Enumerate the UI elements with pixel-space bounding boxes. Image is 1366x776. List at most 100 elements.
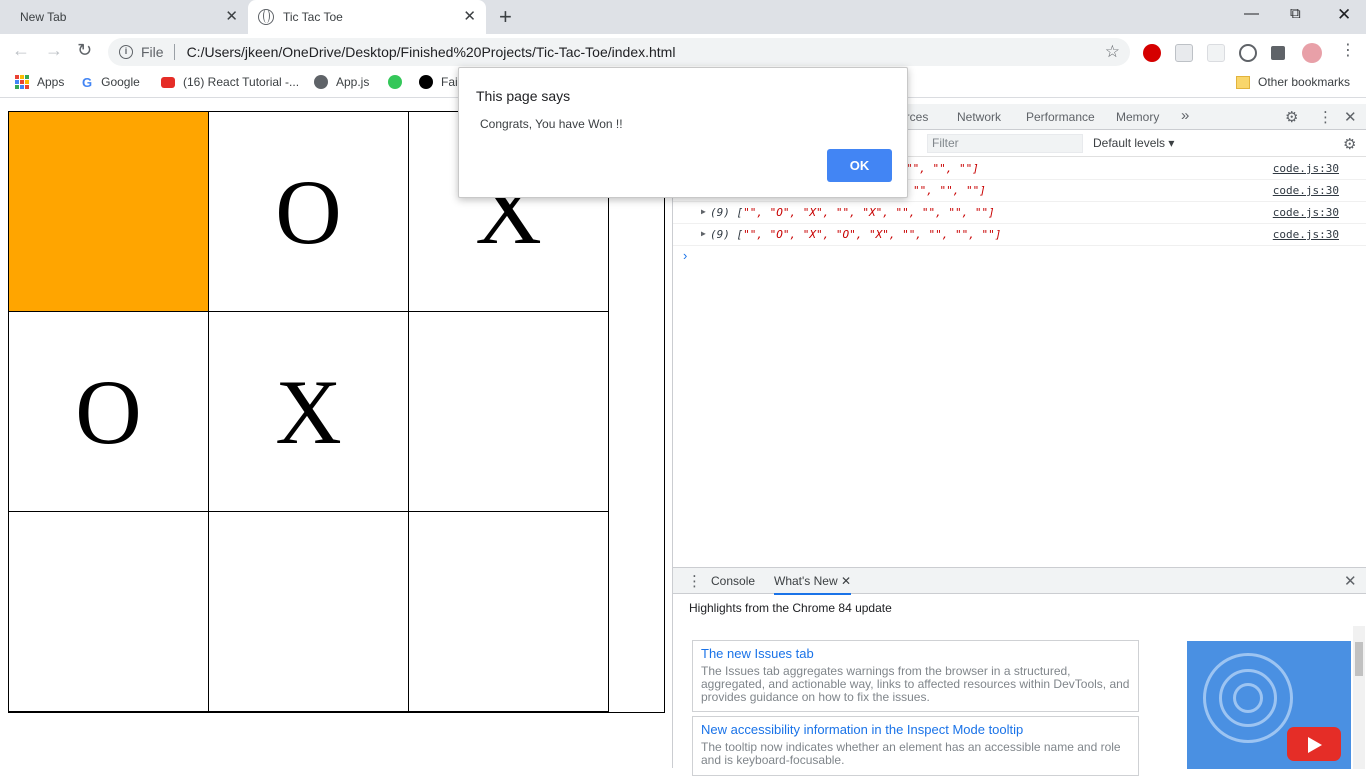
info-icon[interactable]: i bbox=[119, 45, 133, 59]
minimize-icon[interactable]: — bbox=[1244, 5, 1259, 22]
card-body: The tooltip now indicates whether an ele… bbox=[701, 740, 1121, 767]
url-text[interactable]: C:/Users/jkeen/OneDrive/Desktop/Finished… bbox=[187, 44, 676, 60]
log-text: "", "", ""] bbox=[906, 162, 979, 175]
bookmark-green-app[interactable] bbox=[388, 75, 410, 89]
close-tab-icon[interactable]: ✕ bbox=[225, 9, 238, 25]
bookmark-fai[interactable]: Fai bbox=[419, 75, 458, 89]
log-source-link[interactable]: code.js:30 bbox=[1273, 206, 1339, 219]
log-levels-dropdown[interactable]: Default levels ▾ bbox=[1093, 136, 1174, 150]
tab-performance[interactable]: Performance bbox=[1026, 110, 1095, 124]
bookmark-label: Fai bbox=[441, 75, 458, 89]
board-cell[interactable] bbox=[8, 111, 209, 312]
board-cell[interactable]: O bbox=[8, 311, 209, 512]
board-container: O X O X bbox=[8, 111, 665, 713]
reload-icon[interactable]: ↻ bbox=[77, 40, 92, 61]
bookmark-other[interactable]: Other bookmarks bbox=[1236, 75, 1350, 89]
dialog-message: Congrats, You have Won !! bbox=[480, 117, 623, 131]
close-tab-icon[interactable]: ✕ bbox=[841, 574, 851, 588]
drawer-tab-bar: ⋮ Console What's New ✕ ✕ bbox=[673, 568, 1366, 595]
drawer-menu-icon[interactable]: ⋮ bbox=[687, 572, 702, 590]
youtube-play-icon[interactable] bbox=[1287, 727, 1341, 761]
tab-new-tab[interactable]: New Tab ✕ bbox=[8, 0, 248, 34]
drawer-scrollbar[interactable] bbox=[1353, 626, 1365, 769]
card-title[interactable]: New accessibility information in the Ins… bbox=[701, 722, 1130, 737]
globe-icon bbox=[314, 75, 328, 89]
expand-arrow-icon[interactable]: ▶ bbox=[701, 229, 706, 238]
toolbar: ← → ↻ i File C:/Users/jkeen/OneDrive/Des… bbox=[0, 34, 1366, 70]
close-window-icon[interactable]: ✕ bbox=[1337, 5, 1351, 25]
dialog-title: This page says bbox=[476, 88, 571, 104]
bookmark-star-icon[interactable]: ☆ bbox=[1105, 42, 1120, 62]
bookmark-label: (16) React Tutorial -... bbox=[183, 75, 300, 89]
board-cell[interactable] bbox=[8, 511, 209, 712]
tab-title: New Tab bbox=[20, 10, 67, 24]
whats-new-card[interactable]: The new Issues tab The Issues tab aggreg… bbox=[692, 640, 1139, 712]
bookmark-apps[interactable]: Apps bbox=[15, 75, 64, 89]
close-drawer-icon[interactable]: ✕ bbox=[1344, 572, 1357, 590]
extension-icon[interactable] bbox=[1175, 44, 1193, 62]
bookmark-label: Apps bbox=[37, 75, 65, 89]
apps-grid-icon bbox=[15, 75, 29, 89]
bookmark-google[interactable]: G Google bbox=[82, 75, 140, 90]
bookmark-label: Google bbox=[101, 75, 140, 89]
log-text: (9) ["", "O", "X", "", "X", "", "", "", … bbox=[710, 206, 995, 219]
log-source-link[interactable]: code.js:30 bbox=[1273, 162, 1339, 175]
console-log-line[interactable]: ▶ (9) ["", "O", "X", "O", "X", "", "", "… bbox=[673, 224, 1366, 246]
devtools-drawer: ⋮ Console What's New ✕ ✕ Highlights from… bbox=[673, 567, 1366, 776]
tab-network[interactable]: Network bbox=[957, 110, 1001, 124]
game-board: O X O X bbox=[8, 111, 610, 713]
close-tab-icon[interactable]: ✕ bbox=[463, 9, 476, 25]
tab-strip: New Tab ✕ Tic Tac Toe ✕ + — ⧉ ✕ bbox=[0, 0, 1366, 34]
board-cell[interactable] bbox=[408, 311, 609, 512]
menu-kebab-icon[interactable]: ⋮ bbox=[1340, 40, 1356, 60]
restore-icon[interactable]: ⧉ bbox=[1290, 5, 1301, 22]
console-prompt-icon[interactable]: › bbox=[683, 248, 687, 263]
forward-icon[interactable]: → bbox=[45, 40, 63, 61]
drawer-tab-whats-new[interactable]: What's New ✕ bbox=[774, 574, 852, 595]
devtools-panel: urces Network Performance Memory » ⚙ ⋮ ✕… bbox=[672, 104, 1366, 776]
alert-dialog: This page says Congrats, You have Won !!… bbox=[458, 67, 908, 198]
adblock-extension-icon[interactable] bbox=[1143, 44, 1161, 62]
extension-icon[interactable] bbox=[1239, 44, 1257, 62]
tab-label: What's New bbox=[774, 574, 838, 588]
back-icon[interactable]: ← bbox=[12, 40, 30, 61]
video-thumbnail[interactable] bbox=[1187, 641, 1351, 769]
board-cell[interactable] bbox=[208, 511, 409, 712]
tab-title: Tic Tac Toe bbox=[283, 10, 343, 24]
address-bar[interactable]: i File C:/Users/jkeen/OneDrive/Desktop/F… bbox=[108, 38, 1130, 66]
tab-memory[interactable]: Memory bbox=[1116, 110, 1159, 124]
console-log-line[interactable]: ▶ (9) ["", "O", "X", "", "X", "", "", ""… bbox=[673, 202, 1366, 224]
board-cell[interactable] bbox=[408, 511, 609, 712]
bookmark-react-tutorial[interactable]: (16) React Tutorial -... bbox=[161, 75, 299, 89]
settings-gear-icon[interactable]: ⚙ bbox=[1285, 108, 1298, 126]
log-source-link[interactable]: code.js:30 bbox=[1273, 228, 1339, 241]
page-viewport: O X O X bbox=[0, 104, 672, 768]
log-source-link[interactable]: code.js:30 bbox=[1273, 184, 1339, 197]
promo-ring bbox=[1233, 683, 1263, 713]
youtube-icon bbox=[161, 76, 175, 88]
whats-new-card[interactable]: New accessibility information in the Ins… bbox=[692, 716, 1139, 776]
devtools-menu-icon[interactable]: ⋮ bbox=[1318, 108, 1333, 126]
tab-tic-tac-toe[interactable]: Tic Tac Toe ✕ bbox=[248, 0, 486, 34]
filter-input[interactable]: Filter bbox=[927, 134, 1083, 153]
profile-avatar[interactable] bbox=[1302, 43, 1322, 63]
whats-new-heading: Highlights from the Chrome 84 update bbox=[689, 601, 892, 615]
ok-button[interactable]: OK bbox=[827, 149, 892, 182]
card-body: The Issues tab aggregates warnings from … bbox=[701, 664, 1130, 704]
board-cell[interactable]: X bbox=[208, 311, 409, 512]
close-devtools-icon[interactable]: ✕ bbox=[1344, 108, 1357, 126]
puzzle-extensions-icon[interactable] bbox=[1271, 46, 1285, 60]
google-icon: G bbox=[82, 75, 93, 90]
globe-icon bbox=[258, 9, 274, 25]
board-cell[interactable]: O bbox=[208, 111, 409, 312]
scrollbar-thumb[interactable] bbox=[1355, 642, 1363, 676]
bookmark-appjs[interactable]: App.js bbox=[314, 75, 369, 89]
more-tabs-icon[interactable]: » bbox=[1181, 107, 1189, 124]
extension-icon[interactable] bbox=[1207, 44, 1225, 62]
console-settings-icon[interactable]: ⚙ bbox=[1343, 135, 1356, 153]
card-title[interactable]: The new Issues tab bbox=[701, 646, 1130, 661]
log-text: (9) ["", "O", "X", "O", "X", "", "", "",… bbox=[710, 228, 1002, 241]
drawer-tab-console[interactable]: Console bbox=[711, 574, 755, 588]
expand-arrow-icon[interactable]: ▶ bbox=[701, 207, 706, 216]
new-tab-icon[interactable]: + bbox=[499, 6, 512, 28]
